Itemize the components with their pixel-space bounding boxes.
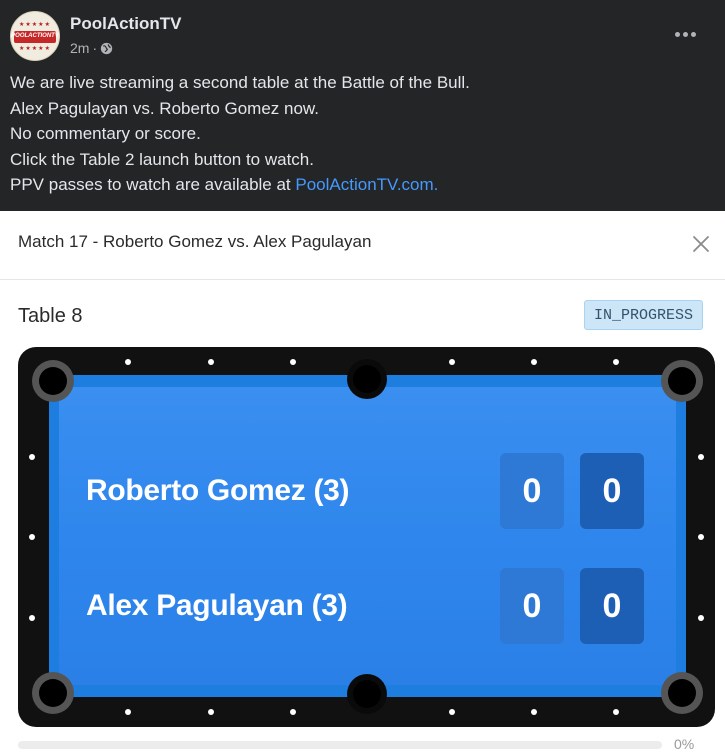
player-2-score-racks: 0 xyxy=(580,568,644,644)
diamond xyxy=(29,615,35,621)
table-label: Table 8 xyxy=(18,305,83,327)
avatar-brand-text: POOLACTIONTV xyxy=(11,33,59,39)
meta-separator: · xyxy=(92,40,98,56)
post-line: We are live streaming a second table at … xyxy=(10,73,470,92)
diamond xyxy=(613,359,619,365)
diamond xyxy=(29,454,35,460)
player-1-score-games: 0 xyxy=(500,453,564,529)
diamond xyxy=(29,534,35,540)
diamond xyxy=(698,454,704,460)
diamond xyxy=(290,709,296,715)
diamond xyxy=(531,709,537,715)
diamond xyxy=(208,709,214,715)
match-title: Match 17 - Roberto Gomez vs. Alex Pagula… xyxy=(18,232,372,251)
post-header: ★★★★★ POOLACTIONTV ★★★★★ PoolActionTV 2m… xyxy=(0,0,725,66)
pocket xyxy=(347,674,387,714)
status-badge: IN_PROGRESS xyxy=(584,300,703,330)
table-felt xyxy=(49,375,686,697)
match-card: Match 17 - Roberto Gomez vs. Alex Pagula… xyxy=(0,211,725,752)
diamond xyxy=(125,359,131,365)
diamond xyxy=(290,359,296,365)
more-icon[interactable] xyxy=(670,24,700,44)
post-line-last: PPV passes to watch are available at Poo… xyxy=(10,172,710,198)
post-text: We are live streaming a second table at … xyxy=(10,70,710,198)
post-line-prefix: PPV passes to watch are available at xyxy=(10,175,296,194)
diamond xyxy=(208,359,214,365)
diamond xyxy=(698,534,704,540)
diamond xyxy=(125,709,131,715)
post-line: Alex Pagulayan vs. Roberto Gomez now. xyxy=(10,98,319,118)
diamond xyxy=(449,359,455,365)
diamond xyxy=(449,709,455,715)
diamond xyxy=(531,359,537,365)
page-avatar[interactable]: ★★★★★ POOLACTIONTV ★★★★★ xyxy=(10,11,60,61)
avatar-stars-bottom: ★★★★★ xyxy=(19,46,51,52)
avatar-stars-top: ★★★★★ xyxy=(19,22,51,28)
pocket xyxy=(32,672,74,714)
post-line: Click the Table 2 launch button to watch… xyxy=(10,149,314,169)
player-1-score-racks: 0 xyxy=(580,453,644,529)
globe-icon xyxy=(100,42,113,54)
card-header: Match 17 - Roberto Gomez vs. Alex Pagula… xyxy=(0,211,725,280)
post-line: No commentary or score. xyxy=(10,124,201,143)
pocket xyxy=(347,359,387,399)
close-icon[interactable] xyxy=(690,233,712,255)
pool-table: Roberto Gomez (3) 0 0 Alex Pagulayan (3)… xyxy=(18,347,715,727)
player-2-name: Alex Pagulayan (3) xyxy=(86,589,348,622)
diamond xyxy=(698,615,704,621)
pocket xyxy=(661,672,703,714)
diamond xyxy=(613,709,619,715)
website-link[interactable]: PoolActionTV.com. xyxy=(295,175,438,194)
player-1-name: Roberto Gomez (3) xyxy=(86,474,350,507)
pocket xyxy=(661,360,703,402)
player-2-score-games: 0 xyxy=(500,568,564,644)
page-name[interactable]: PoolActionTV xyxy=(70,14,181,34)
pocket xyxy=(32,360,74,402)
post-time[interactable]: 2m xyxy=(70,40,89,56)
match-progress-text: 0% xyxy=(674,736,695,752)
match-progress-bar xyxy=(18,741,662,749)
post-meta: 2m · xyxy=(70,40,113,56)
